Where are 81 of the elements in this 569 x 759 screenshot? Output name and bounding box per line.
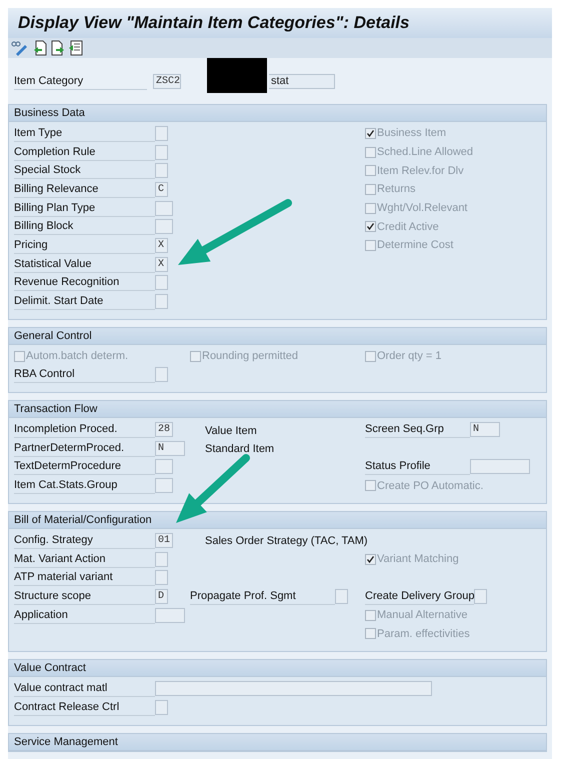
checkbox-label: Item Relev.for Dlv [377, 164, 464, 177]
field-label: TextDetermProcedure [14, 458, 155, 476]
field-label: Special Stock [14, 162, 155, 180]
input-field[interactable] [155, 367, 168, 382]
checkbox-label: Variant Matching [377, 553, 459, 566]
input-field[interactable]: ZSC2 [153, 74, 181, 88]
description-field[interactable]: stat [269, 74, 335, 88]
section-header: Value Contract [9, 660, 546, 678]
field-label: Propagate Prof. Sgmt [190, 588, 335, 605]
input-field[interactable] [155, 219, 173, 234]
field-label: ATP material variant [14, 569, 155, 586]
document-forward-icon[interactable] [51, 40, 65, 56]
input-field[interactable]: 01 [155, 532, 173, 548]
checkbox-label: Returns [377, 183, 416, 196]
section-header: Transaction Flow [9, 401, 546, 418]
field-label: Item Category [14, 72, 147, 90]
field-label: Item Type [14, 124, 155, 142]
field-label: Billing Plan Type [14, 200, 155, 217]
field-label: Billing Block [14, 218, 155, 236]
input-field[interactable]: N [470, 422, 500, 438]
field-text: Value Item [205, 424, 257, 437]
input-field[interactable] [155, 552, 168, 567]
document-list-icon[interactable] [69, 40, 83, 56]
input-field[interactable]: X [155, 238, 168, 253]
field-label: Item Cat.Stats.Group [14, 477, 155, 494]
checkbox-label: Order qty = 1 [377, 350, 442, 362]
pencil-icon[interactable] [11, 40, 29, 56]
field-label: Contract Release Ctrl [14, 698, 155, 716]
checkbox-label: Rounding permitted [202, 350, 298, 362]
input-field[interactable] [155, 275, 168, 290]
field-label: Revenue Recognition [14, 274, 155, 292]
checkbox-label: Param. effectivities [377, 628, 470, 640]
input-field[interactable] [155, 680, 432, 696]
input-field[interactable]: 28 [155, 422, 173, 438]
document-back-icon[interactable] [33, 40, 47, 56]
input-field[interactable] [155, 200, 173, 216]
checkbox-label: Autom.batch determ. [26, 350, 128, 362]
field-label: RBA Control [14, 366, 155, 384]
field-label: Incompletion Proced. [14, 421, 155, 438]
field-label: Statistical Value [14, 256, 155, 273]
checkbox-label: Sched.Line Allowed [377, 146, 474, 158]
field-label: Application [14, 606, 155, 624]
input-field[interactable] [155, 459, 173, 474]
input-field[interactable] [470, 459, 530, 474]
input-field[interactable] [155, 478, 173, 494]
field-label: Mat. Variant Action [14, 550, 155, 568]
field-label: Billing Relevance [14, 180, 155, 198]
section-header: Business Data [9, 105, 546, 122]
field-label: Completion Rule [14, 144, 155, 161]
input-field[interactable] [155, 144, 168, 160]
checkbox-label: Manual Alternative [377, 609, 468, 622]
input-field[interactable]: C [155, 182, 168, 197]
input-field[interactable] [474, 588, 488, 604]
field-label: Config. Strategy [14, 532, 155, 549]
section-header: Bill of Material/Configuration [9, 512, 546, 529]
section-header: Service Management [9, 734, 546, 750]
field-label: Pricing [14, 236, 155, 254]
input-field[interactable] [155, 700, 168, 715]
input-field[interactable]: N [155, 440, 185, 456]
field-label: Delimit. Start Date [14, 293, 155, 310]
window-title: Display View "Maintain Item Categories": Details [17, 13, 410, 33]
redaction-mark [207, 58, 267, 93]
input-field[interactable] [155, 294, 168, 310]
checkbox-label: Credit Active [377, 220, 439, 233]
input-field[interactable] [155, 126, 168, 141]
field-text: Sales Order Strategy (TAC, TAM) [205, 535, 368, 548]
field-label: Structure scope [14, 588, 155, 605]
checkbox-label: Wght/Vol.Relevant [377, 202, 468, 214]
field-text: Standard Item [205, 443, 274, 456]
field-label: Value contract matl [14, 680, 155, 697]
section-header: General Control [9, 328, 546, 345]
input-field[interactable] [155, 163, 168, 178]
input-field[interactable]: X [155, 256, 168, 272]
checkbox-label: Business Item [377, 127, 446, 140]
input-field[interactable] [335, 588, 348, 604]
checkbox-label: Determine Cost [377, 239, 454, 252]
input-field[interactable] [155, 570, 168, 586]
input-field[interactable] [155, 608, 185, 623]
checkbox-label: Create PO Automatic. [377, 480, 484, 492]
input-field[interactable]: D [155, 588, 168, 604]
field-label: PartnerDetermProced. [14, 440, 155, 457]
